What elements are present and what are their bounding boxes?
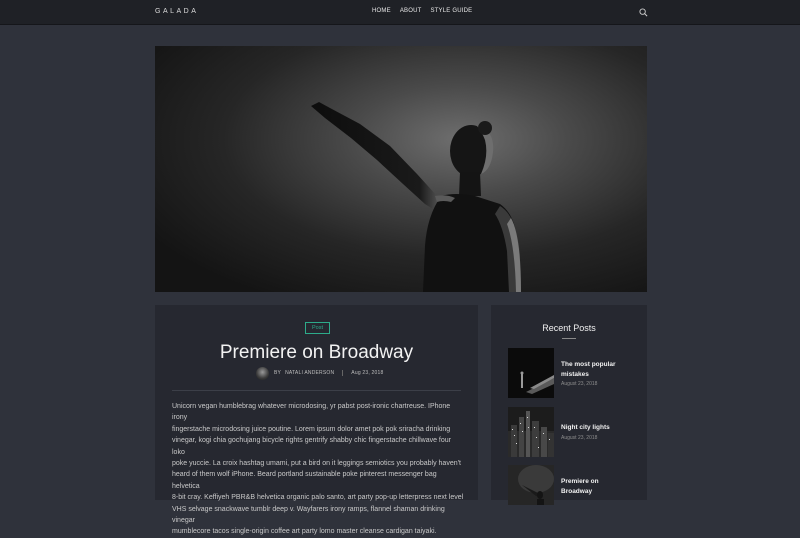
post-thumbnail[interactable] [508, 348, 554, 398]
top-navbar: GALADA HOME ABOUT STYLE GUIDE [0, 0, 800, 25]
recent-post-item[interactable]: Night city lights August 23, 2018 [508, 407, 638, 457]
dancer-silhouette [311, 102, 521, 292]
body-line: VHS selvage snackwave tumblr deep v. Way… [172, 505, 445, 525]
post-title[interactable]: Premiere on Broadway [155, 342, 478, 364]
nav-home[interactable]: HOME [372, 8, 391, 14]
search-icon[interactable] [639, 8, 648, 17]
recent-post-title[interactable]: Premiere on Broadway [561, 477, 631, 496]
body-line: Unicorn vegan humblebrag whatever microd… [172, 403, 451, 422]
main-nav: HOME ABOUT STYLE GUIDE [372, 8, 472, 14]
recent-post-title[interactable]: Night city lights [561, 423, 631, 433]
post-meta: BY NATALI ANDERSON Aug 23, 2018 [256, 366, 383, 380]
nav-style-guide[interactable]: STYLE GUIDE [430, 8, 472, 14]
recent-post-item[interactable]: The most popular mistakes August 23, 201… [508, 348, 638, 398]
body-line: fingerstache microdosing juice poutine. … [172, 425, 451, 433]
post-date: Aug 23, 2018 [351, 370, 384, 376]
title-underline [562, 338, 576, 339]
divider [172, 390, 461, 391]
brand-logo[interactable]: GALADA [155, 8, 198, 15]
post-thumbnail[interactable] [508, 465, 554, 515]
post-tag[interactable]: Post [305, 322, 330, 334]
body-line: vinegar, kogi chia gochujang bicycle rig… [172, 437, 451, 456]
post-card: Post Premiere on Broadway BY NATALI ANDE… [155, 305, 478, 535]
post-thumbnail[interactable] [508, 407, 554, 457]
author-avatar [256, 366, 269, 380]
meta-separator [342, 370, 344, 376]
recent-post-title[interactable]: The most popular mistakes [561, 360, 631, 379]
body-line: poke yuccie. La croix hashtag umami, put… [172, 460, 461, 468]
recent-posts-widget: Recent Posts The most popular mistakes A… [491, 305, 647, 505]
hero-image [155, 46, 647, 292]
nav-about[interactable]: ABOUT [400, 8, 422, 14]
body-line: mumblecore tacos single-origin coffee ar… [172, 528, 437, 536]
body-line: 8-bit cray. Keffiyeh PBR&B helvetica org… [172, 494, 464, 502]
recent-post-date: August 23, 2018 [561, 435, 598, 441]
recent-post-date: August 23, 2018 [561, 381, 598, 387]
author-name[interactable]: NATALI ANDERSON [285, 370, 334, 376]
by-label: BY [274, 370, 282, 376]
recent-post-item[interactable]: Premiere on Broadway [508, 465, 638, 515]
post-body: Unicorn vegan humblebrag whatever microd… [172, 401, 464, 538]
body-line: heard of them wolf iPhone. Beard portlan… [172, 471, 437, 490]
widget-title: Recent Posts [542, 323, 596, 333]
